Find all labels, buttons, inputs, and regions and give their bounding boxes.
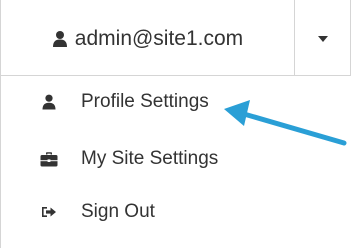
account-toolbar: admin@site1.com	[0, 0, 351, 76]
user-icon	[39, 92, 59, 112]
menu-item-sign-out[interactable]: Sign Out	[1, 192, 301, 232]
account-email: admin@site1.com	[74, 26, 244, 50]
user-icon	[52, 30, 68, 48]
dropdown-toggle-button[interactable]	[295, 0, 350, 75]
briefcase-icon	[39, 149, 59, 169]
menu-item-label: Sign Out	[81, 201, 155, 222]
menu-item-label: Profile Settings	[81, 91, 209, 112]
menu-item-my-site-settings[interactable]: My Site Settings	[1, 139, 301, 179]
sign-out-icon	[39, 202, 59, 222]
caret-down-icon	[317, 35, 328, 42]
menu-item-profile-settings[interactable]: Profile Settings	[1, 82, 301, 122]
account-split-button: admin@site1.com	[0, 0, 351, 76]
account-menu-screenshot: admin@site1.com Profile Settings My Site…	[0, 0, 351, 248]
account-dropdown-menu: Profile Settings My Site Settings Sign O…	[0, 76, 351, 248]
account-button[interactable]: admin@site1.com	[1, 0, 295, 75]
menu-item-label: My Site Settings	[81, 148, 219, 169]
